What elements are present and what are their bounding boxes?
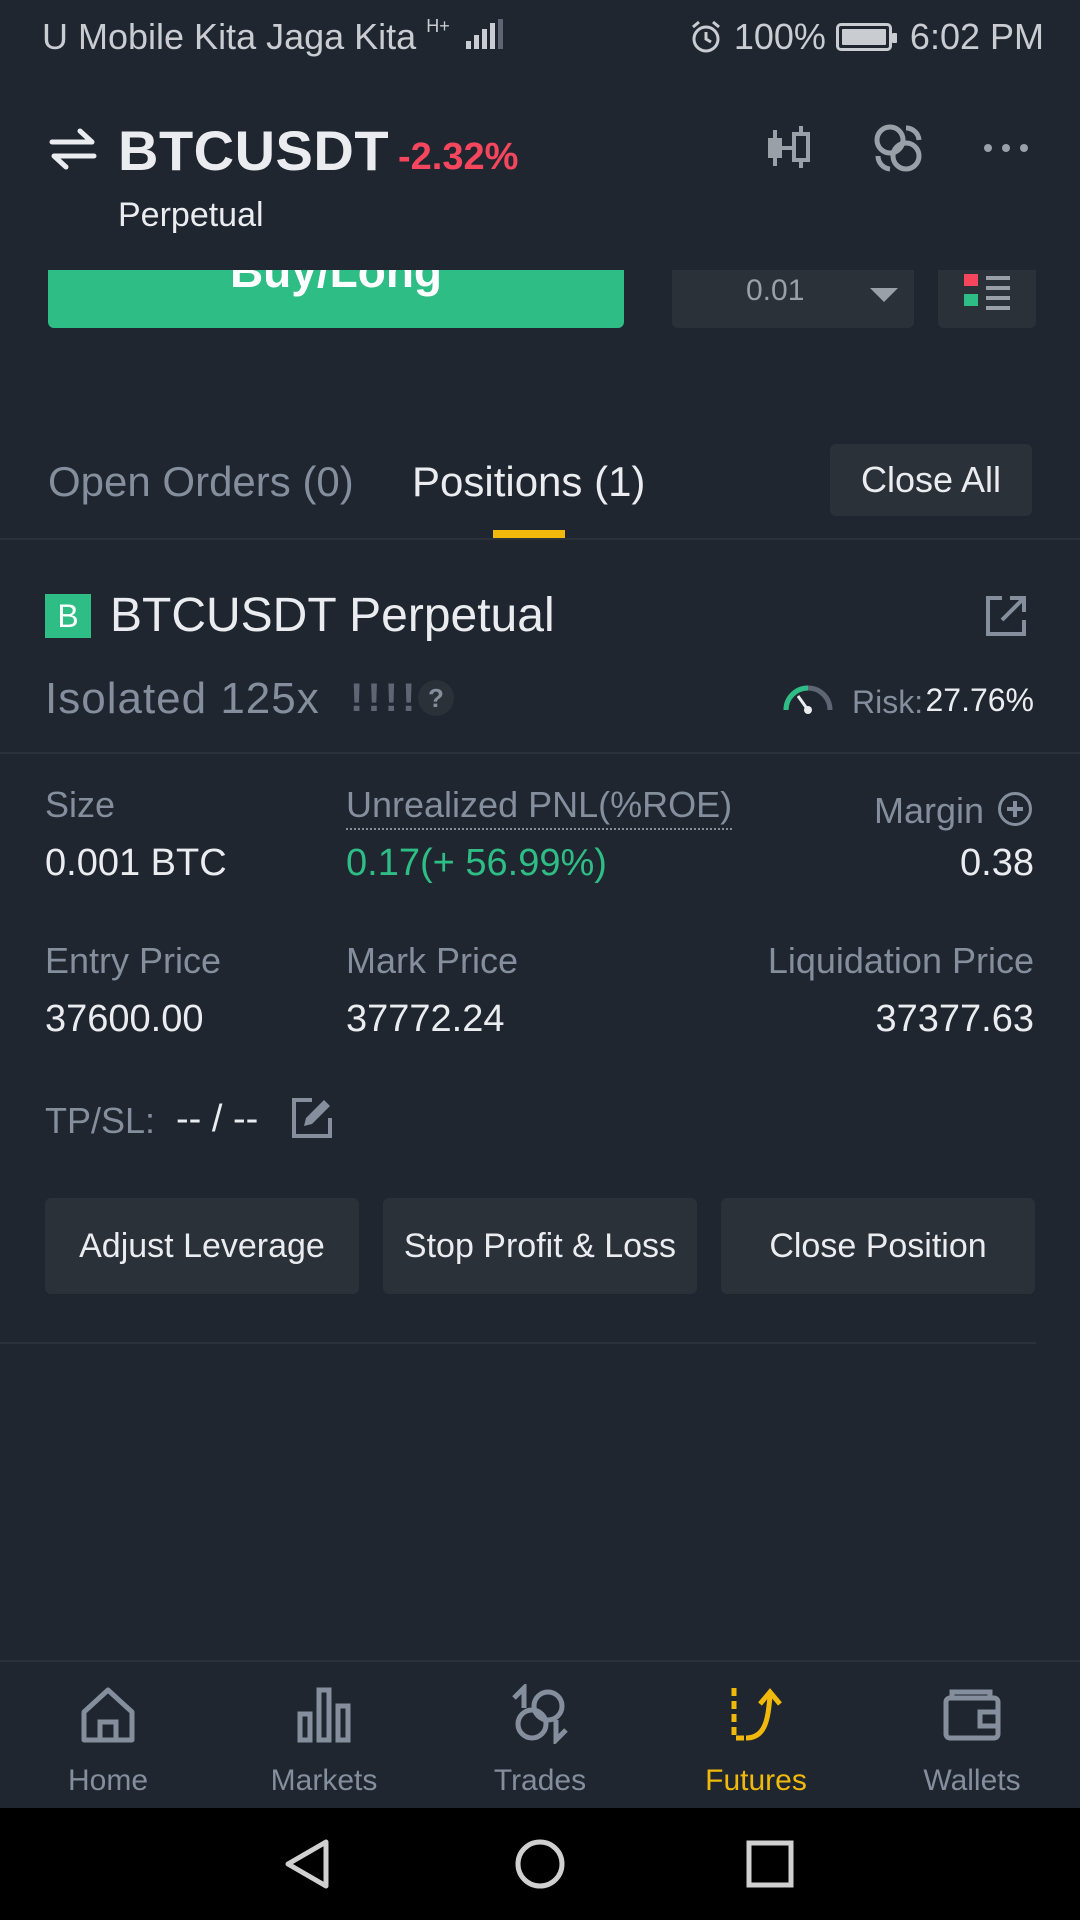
close-position-button[interactable]: Close Position [721,1198,1035,1294]
mark-price-label: Mark Price [346,940,519,981]
risk-value: 27.76% [925,682,1034,718]
liquidation-price-value: 37377.63 [875,998,1035,1040]
tab-open-orders[interactable]: Open Orders (0) [48,458,354,506]
nav-wallets-label: Wallets [923,1764,1021,1797]
adjust-leverage-button[interactable]: Adjust Leverage [45,1198,359,1294]
position-header-divider [0,752,1080,754]
tab-positions[interactable]: Positions (1) [412,458,645,506]
battery-percent: 100% [733,16,826,57]
position-title: BTCUSDT Perpetual [110,589,555,642]
markets-icon [297,1687,351,1743]
leverage-indicator: !!!! [350,676,420,720]
pnl-value: 0.17(+ 56.99%) [346,842,607,884]
status-time: 6:02 PM [909,16,1044,57]
battery-icon [835,23,897,51]
status-right: 100% 6:02 PM [688,16,1044,58]
chevron-down-icon [870,288,898,302]
mark-price-value: 37772.24 [346,998,505,1040]
tpsl-value: -- / -- [176,1098,259,1140]
risk-label: Risk: [852,684,924,720]
nav-futures[interactable]: Futures [676,1684,836,1804]
close-all-button[interactable]: Close All [830,444,1032,516]
orderbook-layout-button[interactable] [938,270,1036,328]
link-icon[interactable] [870,120,926,176]
nav-home-label: Home [67,1764,149,1797]
buy-long-button[interactable]: Buy/Long [48,270,624,328]
back-icon[interactable] [282,1838,334,1890]
nav-home[interactable]: Home [28,1684,188,1804]
futures-icon [731,1688,782,1741]
nav-trades-label: Trades [493,1764,587,1797]
position-card-divider [0,1342,1036,1344]
margin-label: Margin [873,790,984,831]
quantity-select[interactable]: 0.01 [672,270,914,328]
size-value: 0.001 BTC [45,842,227,884]
margin-value: 0.38 [960,842,1034,884]
nav-wallets[interactable]: Wallets [892,1684,1052,1804]
status-carrier: U Mobile Kita Jaga Kita H+ [42,16,503,58]
nav-markets[interactable]: Markets [244,1684,404,1804]
nav-futures-label: Futures [705,1764,807,1797]
active-tab-indicator [493,530,565,538]
swap-arrows-icon[interactable] [48,124,98,174]
tpsl-label: TP/SL: [45,1100,156,1141]
liquidation-price-label: Liquidation Price [767,940,1034,981]
contract-type: Perpetual [118,196,264,234]
price-change-percent: -2.32% [398,136,519,178]
nav-trades[interactable]: Trades [460,1684,620,1804]
nav-markets-label: Markets [270,1764,378,1797]
risk-gauge-icon [783,685,833,714]
entry-price-label: Entry Price [45,940,222,981]
quantity-value: 0.01 [746,274,805,307]
orderbook-layout-icon [964,274,1010,310]
margin-mode: Isolated 125x [45,674,320,723]
stop-profit-loss-button[interactable]: Stop Profit & Loss [383,1198,697,1294]
candlestick-chart-icon[interactable] [762,120,818,176]
help-icon[interactable]: ? [418,680,454,716]
tabs-divider [0,538,1080,540]
position-side-badge: B [45,594,91,638]
signal-strength-icon [465,19,503,49]
add-margin-icon[interactable] [998,792,1032,826]
pair-title[interactable]: BTCUSDT [118,118,389,183]
trades-icon [512,1684,568,1744]
entry-price-value: 37600.00 [45,998,204,1040]
size-label: Size [45,784,116,825]
wallet-icon [943,1689,1001,1741]
recents-icon[interactable] [744,1838,796,1890]
carrier-name: U Mobile Kita Jaga Kita [42,16,417,57]
pnl-label[interactable]: Unrealized PNL(%ROE) [346,784,733,830]
alarm-icon [691,20,720,53]
more-icon[interactable] [978,120,1034,176]
home-button-icon[interactable] [514,1838,566,1890]
share-icon[interactable] [984,594,1028,638]
signal-icon: H+ [426,16,450,36]
edit-icon[interactable] [290,1096,334,1140]
buy-long-label: Buy/Long [229,270,443,297]
home-icon [81,1687,135,1743]
